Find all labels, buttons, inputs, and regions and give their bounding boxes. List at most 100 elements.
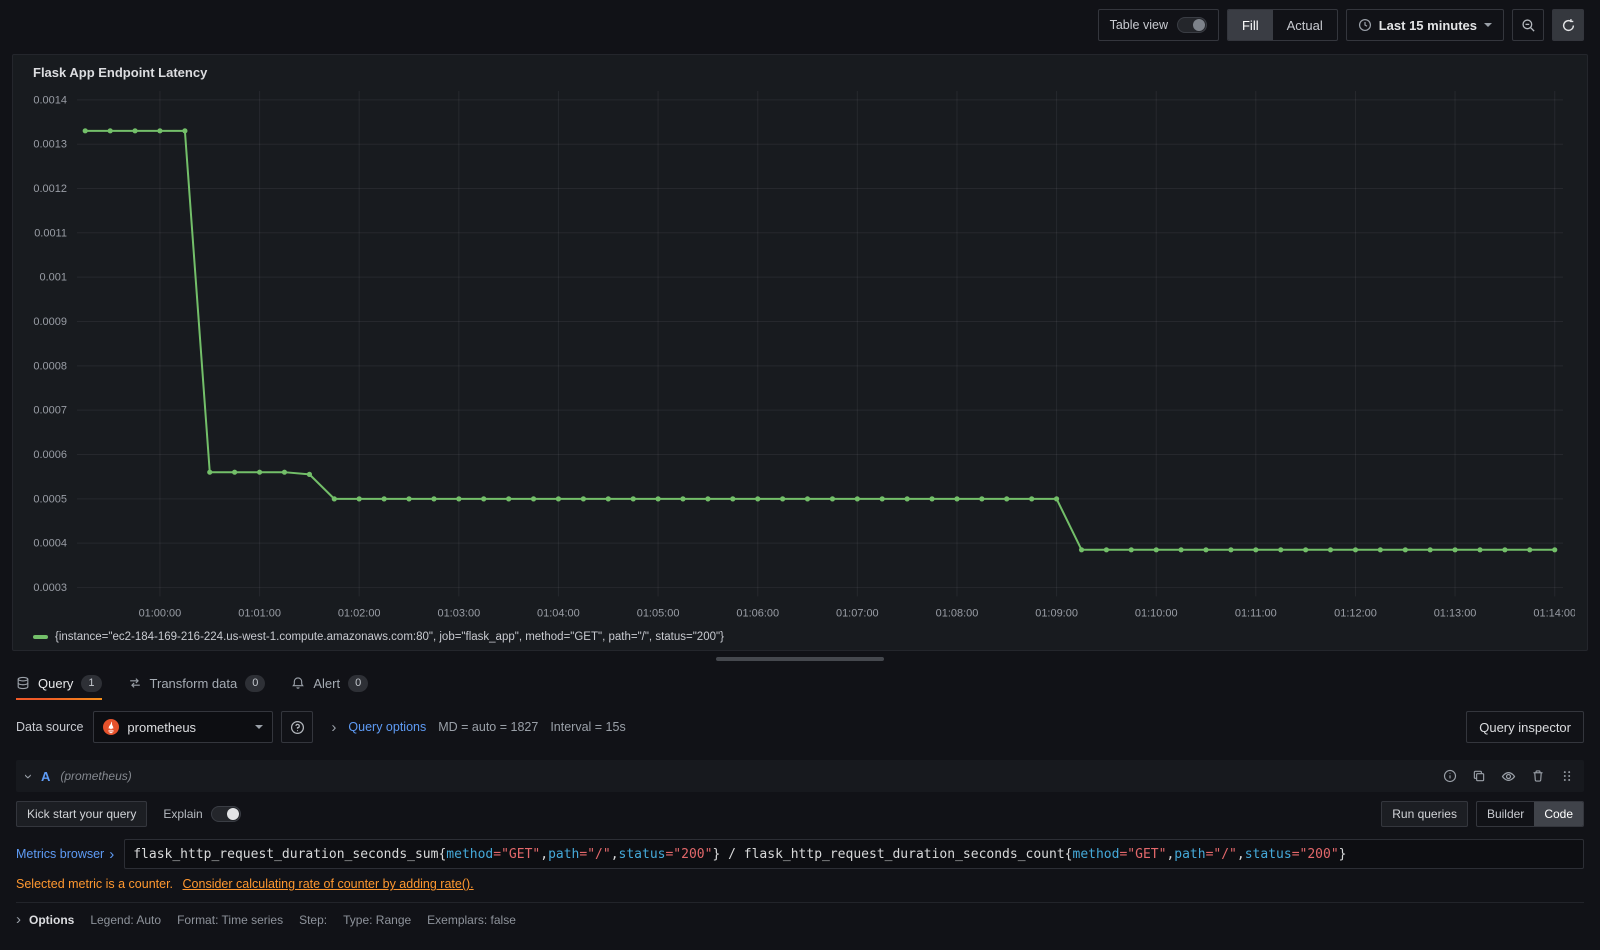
options-exemplars-value: Exemplars: false bbox=[427, 912, 516, 927]
datasource-help-button[interactable] bbox=[281, 711, 314, 744]
panel-title[interactable]: Flask App Endpoint Latency bbox=[25, 63, 1575, 85]
query-inspector-button[interactable]: Query inspector bbox=[1466, 711, 1584, 744]
svg-text:01:07:00: 01:07:00 bbox=[836, 607, 879, 619]
add-rate-link[interactable]: Consider calculating rate of counter by … bbox=[183, 877, 474, 891]
prometheus-logo-icon bbox=[103, 719, 120, 736]
svg-text:01:01:00: 01:01:00 bbox=[238, 607, 281, 619]
tab-transform-label: Transform data bbox=[149, 675, 238, 691]
svg-text:01:09:00: 01:09:00 bbox=[1035, 607, 1078, 619]
svg-text:01:12:00: 01:12:00 bbox=[1334, 607, 1377, 619]
series-color-swatch bbox=[33, 635, 48, 640]
database-icon bbox=[16, 676, 30, 690]
max-data-points-value: MD = auto = 1827 bbox=[438, 720, 539, 735]
editor-toolbar-right: Run queries Builder Code bbox=[1381, 801, 1584, 828]
timeseries-panel: Flask App Endpoint Latency 01:00:00 01:01… bbox=[12, 54, 1588, 652]
question-circle-icon bbox=[290, 720, 305, 735]
transform-icon bbox=[128, 676, 142, 690]
chevron-right-icon[interactable]: › bbox=[331, 720, 336, 735]
chevron-right-icon: › bbox=[16, 911, 21, 929]
panel-resize-handle[interactable] bbox=[716, 657, 884, 662]
info-circle-icon[interactable] bbox=[1443, 769, 1457, 783]
svg-text:01:11:00: 01:11:00 bbox=[1235, 607, 1277, 619]
metrics-browser-toggle[interactable]: Metrics browser › bbox=[16, 847, 114, 862]
svg-text:01:05:00: 01:05:00 bbox=[637, 607, 680, 619]
svg-text:0.0007: 0.0007 bbox=[33, 405, 67, 417]
table-view-toggle-group[interactable]: Table view bbox=[1097, 9, 1219, 41]
query-ref-id[interactable]: A bbox=[41, 769, 50, 784]
zoom-out-button[interactable] bbox=[1512, 9, 1544, 41]
query-row-header[interactable]: › A (prometheus) bbox=[16, 760, 1584, 793]
datasource-selected-value: prometheus bbox=[127, 719, 197, 735]
tab-alert-label: Alert bbox=[313, 675, 341, 691]
svg-text:01:13:00: 01:13:00 bbox=[1434, 607, 1477, 619]
svg-text:0.0004: 0.0004 bbox=[33, 538, 67, 550]
tab-query-label: Query bbox=[38, 675, 74, 691]
bell-icon bbox=[291, 676, 305, 690]
grafana-panel-editor: Table view Fill Actual Last 15 minutes F bbox=[0, 0, 1600, 927]
svg-text:01:00:00: 01:00:00 bbox=[139, 607, 182, 619]
code-mode-button[interactable]: Code bbox=[1534, 802, 1583, 827]
editor-tabs: Query 1 Transform data 0 Alert 0 bbox=[0, 666, 1600, 701]
options-expand-control[interactable]: › Options bbox=[16, 912, 74, 927]
query-options-bar: › Query options MD = auto = 1827 Interva… bbox=[321, 720, 1458, 735]
refresh-button[interactable] bbox=[1552, 9, 1584, 41]
query-editor-body: Kick start your query Explain Run querie… bbox=[16, 792, 1584, 927]
clock-icon bbox=[1358, 18, 1372, 32]
latency-chart[interactable]: 01:00:00 01:01:00 01:02:00 01:03:00 01:04:00… bbox=[25, 85, 1575, 630]
svg-text:01:03:00: 01:03:00 bbox=[437, 607, 480, 619]
tab-query-count: 1 bbox=[81, 674, 102, 692]
svg-text:0.0006: 0.0006 bbox=[33, 449, 67, 461]
actual-button[interactable]: Actual bbox=[1273, 10, 1337, 40]
svg-text:0.0005: 0.0005 bbox=[33, 493, 67, 505]
svg-text:01:02:00: 01:02:00 bbox=[338, 607, 381, 619]
datasource-label: Data source bbox=[16, 720, 84, 735]
table-view-label: Table view bbox=[1109, 18, 1168, 32]
hide-query-eye-icon[interactable] bbox=[1501, 769, 1516, 784]
duplicate-query-icon[interactable] bbox=[1472, 769, 1486, 783]
warning-text: Selected metric is a counter. bbox=[16, 877, 174, 892]
svg-text:01:10:00: 01:10:00 bbox=[1135, 607, 1178, 619]
svg-text:0.0009: 0.0009 bbox=[33, 316, 67, 328]
legend-label[interactable]: {instance="ec2-184-169-216-224.us-west-1… bbox=[55, 631, 724, 643]
svg-text:0.0014: 0.0014 bbox=[33, 94, 67, 106]
fill-actual-group: Fill Actual bbox=[1226, 9, 1338, 41]
chevron-down-icon bbox=[255, 725, 264, 730]
svg-text:01:06:00: 01:06:00 bbox=[736, 607, 779, 619]
metrics-browser-label: Metrics browser bbox=[16, 847, 105, 862]
query-options-summary-row: › Options Legend: Auto Format: Time seri… bbox=[16, 902, 1584, 927]
time-picker[interactable]: Last 15 minutes bbox=[1345, 9, 1504, 41]
zoom-out-icon bbox=[1521, 18, 1536, 33]
tab-transform-data[interactable]: Transform data 0 bbox=[128, 666, 266, 700]
promql-editor-row: Metrics browser › flask_http_request_dur… bbox=[16, 839, 1584, 870]
query-row-actions bbox=[1443, 769, 1574, 784]
svg-text:0.0003: 0.0003 bbox=[33, 582, 67, 594]
chevron-right-icon: › bbox=[109, 845, 115, 863]
kick-start-query-button[interactable]: Kick start your query bbox=[16, 801, 148, 828]
table-view-toggle[interactable] bbox=[1176, 17, 1207, 33]
svg-text:01:04:00: 01:04:00 bbox=[537, 607, 580, 619]
svg-text:0.0011: 0.0011 bbox=[34, 227, 67, 239]
svg-text:0.0013: 0.0013 bbox=[33, 139, 67, 151]
builder-mode-button[interactable]: Builder bbox=[1477, 802, 1534, 826]
promql-query-input[interactable]: flask_http_request_duration_seconds_sum{… bbox=[124, 839, 1584, 870]
options-type-value: Type: Range bbox=[343, 912, 412, 927]
options-format-value: Format: Time series bbox=[177, 912, 284, 927]
query-datasource-name: (prometheus) bbox=[60, 769, 132, 784]
datasource-picker[interactable]: prometheus bbox=[93, 711, 274, 744]
tab-query[interactable]: Query 1 bbox=[16, 666, 102, 701]
editor-toolbar: Kick start your query Explain Run querie… bbox=[16, 801, 1584, 828]
delete-query-trash-icon[interactable] bbox=[1531, 769, 1545, 783]
counter-warning-row: Selected metric is a counter. Consider c… bbox=[16, 877, 1584, 891]
tab-alert[interactable]: Alert 0 bbox=[291, 666, 369, 700]
collapse-chevron-icon[interactable]: › bbox=[20, 774, 37, 779]
fill-button[interactable]: Fill bbox=[1227, 10, 1273, 40]
run-queries-button[interactable]: Run queries bbox=[1381, 801, 1468, 828]
query-options-toggle[interactable]: Query options bbox=[348, 720, 426, 734]
time-range-label: Last 15 minutes bbox=[1378, 17, 1477, 33]
topbar: Table view Fill Actual Last 15 minutes bbox=[0, 0, 1600, 50]
tab-transform-count: 0 bbox=[245, 674, 266, 692]
explain-toggle[interactable] bbox=[210, 806, 241, 823]
svg-text:0.0008: 0.0008 bbox=[33, 360, 67, 372]
chevron-down-icon bbox=[1484, 23, 1492, 27]
drag-handle-icon[interactable] bbox=[1560, 769, 1574, 783]
